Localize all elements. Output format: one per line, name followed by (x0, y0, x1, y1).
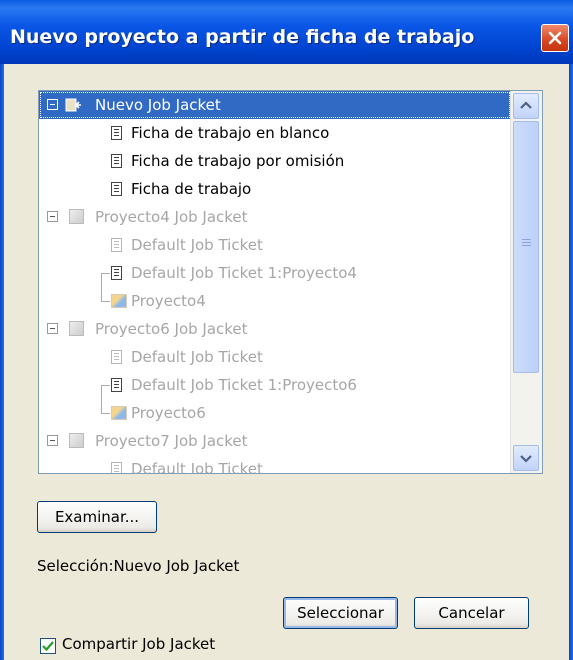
thumb-grip (522, 245, 531, 246)
dialog-body: Nuevo Job Jacket Ficha de trabajo en bla… (4, 64, 569, 660)
collapse-toggle (47, 211, 58, 222)
collapse-toggle (47, 435, 58, 446)
link-connector (101, 385, 110, 414)
new-jacket-icon (65, 98, 81, 112)
tree-item-nuevo-job-jacket[interactable]: Nuevo Job Jacket (39, 91, 511, 119)
tree-item-label: Proyecto6 Job Jacket (95, 320, 248, 338)
tree-item-label: Proyecto7 Job Jacket (95, 432, 248, 450)
title-bar[interactable]: Nuevo proyecto a partir de ficha de trab… (0, 0, 573, 64)
close-icon (548, 31, 562, 45)
ticket-icon (111, 266, 122, 280)
jacket-icon (69, 209, 84, 224)
project-icon (111, 294, 127, 308)
select-button[interactable]: Seleccionar (283, 597, 398, 629)
jacket-icon (69, 433, 84, 448)
tree-item-label: Proyecto4 (131, 292, 206, 310)
tree-item-label: Default Job Ticket (131, 236, 263, 254)
thumb-grip (522, 239, 531, 240)
window-frame-right (569, 64, 573, 660)
tree-item-label: Nuevo Job Jacket (95, 96, 221, 114)
scroll-down-button[interactable] (513, 445, 539, 471)
ticket-icon (111, 182, 122, 196)
share-job-jacket-label[interactable]: Compartir Job Jacket (62, 635, 215, 653)
tree-item-label: Default Job Ticket (131, 348, 263, 366)
browse-button[interactable]: Examinar... (37, 501, 157, 533)
vertical-scrollbar[interactable] (510, 91, 542, 473)
share-job-jacket-checkbox[interactable] (40, 638, 56, 654)
chevron-down-icon (520, 455, 532, 463)
ticket-icon (111, 238, 122, 252)
scroll-up-button[interactable] (513, 93, 539, 119)
tree-item-label: Default Job Ticket (131, 460, 263, 474)
tree-item-label: Ficha de trabajo en blanco (131, 124, 330, 142)
tree-item-label: Default Job Ticket 1:Proyecto6 (131, 376, 357, 394)
tree-item-label: Ficha de trabajo (131, 180, 252, 198)
collapse-toggle (47, 323, 58, 334)
collapse-toggle[interactable] (47, 99, 58, 110)
scroll-thumb[interactable] (513, 121, 539, 373)
cancel-button[interactable]: Cancelar (414, 597, 529, 629)
selection-text: Selección:Nuevo Job Jacket (37, 557, 240, 575)
thumb-grip (522, 242, 531, 243)
ticket-icon (111, 154, 122, 168)
chevron-up-icon (520, 101, 532, 109)
ticket-icon (111, 126, 122, 140)
tree-item-label: Proyecto6 (131, 404, 206, 422)
jacket-icon (69, 321, 84, 336)
ticket-icon (111, 462, 122, 473)
link-connector (101, 273, 110, 302)
project-icon (111, 406, 127, 420)
window-title: Nuevo proyecto a partir de ficha de trab… (10, 26, 475, 48)
checkmark-icon (42, 641, 54, 652)
tree-item-label: Proyecto4 Job Jacket (95, 208, 248, 226)
close-button[interactable] (541, 24, 569, 52)
job-jacket-tree[interactable]: Nuevo Job Jacket Ficha de trabajo en bla… (38, 90, 543, 474)
tree-item-label: Ficha de trabajo por omisión (131, 152, 345, 170)
ticket-icon (111, 378, 122, 392)
ticket-icon (111, 350, 122, 364)
tree-item-label: Default Job Ticket 1:Proyecto4 (131, 264, 357, 282)
